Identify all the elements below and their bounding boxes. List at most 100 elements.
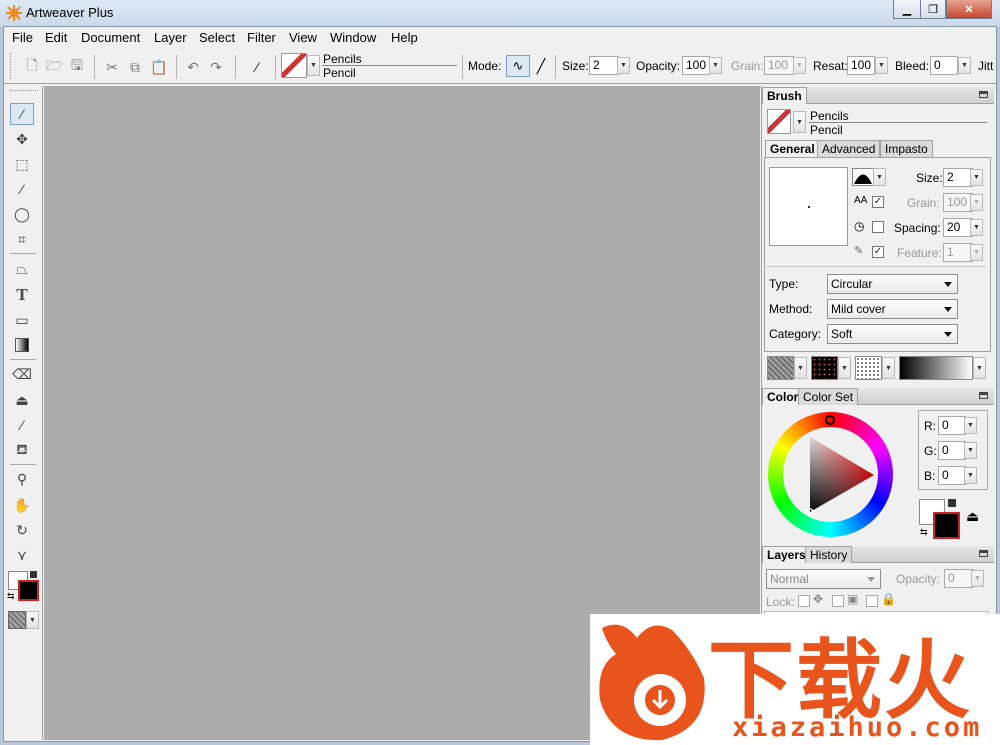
- feature-checkbox[interactable]: ✓: [872, 246, 884, 258]
- size-pressure-checkbox[interactable]: ✓: [872, 196, 884, 208]
- paper-texture-dropdown[interactable]: ▼: [26, 611, 39, 629]
- b-input[interactable]: 0: [938, 466, 966, 485]
- brush-profile-icon[interactable]: [852, 168, 874, 186]
- minimize-button[interactable]: ▁: [893, 0, 921, 19]
- g-input[interactable]: 0: [938, 441, 966, 460]
- tab-general[interactable]: General: [765, 140, 820, 157]
- brush-preset-dropdown[interactable]: ▼: [307, 55, 320, 76]
- r-dropdown[interactable]: ▼: [964, 417, 977, 434]
- text-tool[interactable]: T: [10, 284, 34, 306]
- clone-stamp-tool[interactable]: ⏏: [10, 389, 34, 411]
- perspective-tool[interactable]: ⏢: [10, 258, 34, 280]
- brush-preset-thumbnail[interactable]: [281, 53, 307, 78]
- grain-input[interactable]: 100: [764, 56, 794, 75]
- paste-icon[interactable]: 📋: [150, 58, 168, 76]
- grain-dropdown[interactable]: ▼: [793, 57, 806, 74]
- rectangle-select-tool[interactable]: ⬚: [10, 153, 34, 175]
- paper-texture-swatch[interactable]: [8, 611, 26, 629]
- copy-icon[interactable]: ⧉: [126, 58, 144, 76]
- lasso-tool[interactable]: ◯: [10, 203, 34, 225]
- swap-colors-icon[interactable]: ⇆: [920, 527, 928, 538]
- mirror-tool[interactable]: ⋎: [10, 544, 34, 566]
- menu-document[interactable]: Document: [81, 30, 140, 45]
- hand-tool[interactable]: ✋: [10, 494, 34, 516]
- brush-grain-dropdown[interactable]: ▼: [970, 194, 983, 211]
- default-colors-icon[interactable]: [948, 499, 956, 507]
- feature-dropdown[interactable]: ▼: [970, 244, 983, 261]
- brush-grain-input[interactable]: 100: [943, 193, 973, 212]
- brush-profile-dropdown[interactable]: ▼: [873, 168, 886, 186]
- menu-filter[interactable]: Filter: [247, 30, 276, 45]
- brush-size-input[interactable]: 2: [943, 168, 973, 187]
- move-tool[interactable]: ✥: [10, 128, 34, 150]
- freehand-mode-icon[interactable]: ∿: [506, 55, 530, 77]
- lock-all-checkbox[interactable]: [866, 595, 878, 607]
- panel-minimize-icon[interactable]: [979, 550, 988, 557]
- toolbox-grip[interactable]: [10, 90, 38, 92]
- close-button[interactable]: ✕: [946, 0, 992, 19]
- undo-icon[interactable]: ↶: [184, 58, 202, 76]
- new-file-icon[interactable]: 🗋: [23, 57, 41, 76]
- magic-wand-tool[interactable]: ⁄: [10, 178, 34, 200]
- stamp-color-icon[interactable]: ⏏: [966, 508, 979, 525]
- crop-tool[interactable]: ⌗: [10, 228, 34, 250]
- paper-dropdown[interactable]: ▼: [794, 357, 807, 379]
- zoom-tool[interactable]: ⚲: [10, 468, 34, 490]
- panel-foreground-swatch[interactable]: [933, 512, 960, 539]
- save-file-icon[interactable]: 🖫: [68, 57, 86, 76]
- lock-pixels-checkbox[interactable]: [832, 595, 844, 607]
- hue-marker[interactable]: [825, 415, 835, 425]
- nozzle-dropdown[interactable]: ▼: [882, 357, 895, 379]
- tab-color-set[interactable]: Color Set: [798, 388, 859, 405]
- menu-view[interactable]: View: [289, 30, 317, 45]
- pattern-dropdown[interactable]: ▼: [838, 357, 851, 379]
- open-file-icon[interactable]: 🗁: [45, 57, 63, 76]
- tab-impasto[interactable]: Impasto: [880, 140, 933, 157]
- size-dropdown[interactable]: ▼: [617, 57, 630, 74]
- foreground-color-swatch[interactable]: [18, 580, 39, 601]
- r-input[interactable]: 0: [938, 416, 966, 435]
- spacing-dropdown[interactable]: ▼: [970, 219, 983, 236]
- menu-edit[interactable]: Edit: [45, 30, 67, 45]
- brush-panel-tab[interactable]: Brush: [762, 87, 807, 104]
- cut-icon[interactable]: ✂: [103, 58, 121, 76]
- brush-tool[interactable]: ⁄: [10, 103, 34, 125]
- menu-help[interactable]: Help: [391, 30, 418, 45]
- menu-select[interactable]: Select: [199, 30, 235, 45]
- b-dropdown[interactable]: ▼: [964, 467, 977, 484]
- tab-layers[interactable]: Layers: [762, 546, 811, 563]
- gradient-tool[interactable]: [10, 334, 34, 356]
- color-picker-tool[interactable]: ⁄: [10, 414, 34, 436]
- layer-opacity-input[interactable]: 0: [944, 569, 974, 588]
- tab-advanced[interactable]: Advanced: [817, 140, 881, 157]
- shape-tool[interactable]: ▭: [10, 309, 34, 331]
- redo-icon[interactable]: ↷: [207, 58, 225, 76]
- restore-button[interactable]: ❐: [920, 0, 946, 19]
- eraser-tool[interactable]: ⌫: [10, 363, 34, 385]
- opacity-input[interactable]: 100: [682, 56, 710, 75]
- bleed-dropdown[interactable]: ▼: [958, 57, 971, 74]
- resat-input[interactable]: 100: [847, 56, 875, 75]
- gradient-swatch[interactable]: [899, 356, 973, 380]
- layer-opacity-dropdown[interactable]: ▼: [971, 570, 984, 587]
- brush-tool-icon[interactable]: ⁄: [248, 58, 266, 76]
- tab-history[interactable]: History: [805, 546, 853, 563]
- toolbar-grip[interactable]: [10, 53, 12, 79]
- swap-colors-icon[interactable]: ⇆: [7, 591, 15, 602]
- default-colors-icon[interactable]: [30, 571, 37, 578]
- menu-file[interactable]: File: [12, 30, 33, 45]
- brush-panel-preset-thumbnail[interactable]: [767, 109, 791, 134]
- paint-bucket-tool[interactable]: ⛾: [10, 439, 34, 461]
- straight-line-mode-icon[interactable]: ╱: [532, 55, 550, 77]
- rotate-view-tool[interactable]: ↻: [10, 519, 34, 541]
- spacing-checkbox[interactable]: [872, 221, 884, 233]
- lock-transparency-checkbox[interactable]: [798, 595, 810, 607]
- brush-panel-preset-dropdown[interactable]: ▼: [793, 111, 806, 133]
- menu-layer[interactable]: Layer: [154, 30, 187, 45]
- size-input[interactable]: 2: [589, 56, 619, 75]
- nozzle-swatch[interactable]: [855, 356, 882, 380]
- paper-swatch[interactable]: [767, 356, 794, 380]
- g-dropdown[interactable]: ▼: [964, 442, 977, 459]
- gradient-dropdown[interactable]: ▼: [973, 357, 986, 379]
- panel-minimize-icon[interactable]: [979, 91, 988, 98]
